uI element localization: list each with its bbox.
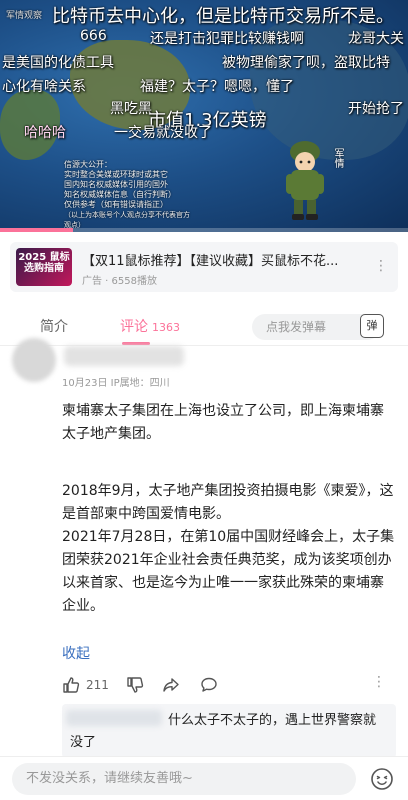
collapse-link[interactable]: 收起 (62, 643, 90, 663)
ad-thumbnail: 2025 鼠标选购指南 (16, 248, 72, 286)
username-blurred[interactable] (64, 346, 184, 366)
source-notice: 信源大公开： 实时整合美媒或环球时或其它 国内知名权威媒体引用的国外 知名权威媒… (64, 160, 190, 229)
danmaku: 被物理偷家了呗，盗取比特 (222, 55, 390, 71)
comment-actions: 211 ⋮ (62, 674, 396, 696)
ad-card[interactable]: 2025 鼠标选购指南 【双11鼠标推荐】【建议收藏】买鼠标不花... 广告 ·… (10, 242, 398, 292)
avatar[interactable] (12, 338, 56, 382)
thumbs-up-icon (63, 677, 80, 693)
share-button[interactable] (162, 674, 180, 696)
comment-count: 1363 (152, 321, 180, 334)
video-progress-bar[interactable] (0, 228, 408, 232)
ad-title: 【双11鼠标推荐】【建议收藏】买鼠标不花... (82, 254, 339, 269)
comment-input[interactable]: 不发没关系，请继续友善哦~ (12, 763, 356, 795)
share-icon (163, 678, 179, 692)
comment-meta: 10月23日 IP属地：四川 (62, 378, 170, 389)
comment-paragraph: 柬埔寨太子集团在上海也设立了公司，即上海柬埔寨太子地产集团。 (62, 403, 384, 442)
danmaku: 比特币去中心化，但是比特币交易所不是。 (52, 6, 394, 27)
danmaku: 龙哥大关 (348, 31, 404, 47)
soldier-mascot-icon (286, 141, 324, 220)
thumbs-down-icon (127, 677, 144, 693)
mascot-label: 军情 (332, 148, 343, 168)
dislike-button[interactable] (126, 674, 144, 696)
danmaku: 心化有啥关系 (2, 79, 86, 95)
danmaku: 666 (80, 28, 107, 44)
danmaku: 还是打击犯罪比较赚钱啊 (150, 31, 304, 47)
danmaku: 一交易就没收了 (114, 125, 212, 141)
comment-paragraph: 2021年7月28日，在第10届中国财经峰会上，太子集团荣获2021年企业社会责… (62, 529, 395, 614)
channel-label: 军情观察 (6, 11, 43, 21)
video-progress-fill (0, 228, 74, 232)
reply-preview[interactable]: 什么太子不太子的，遇上世界警察就没了 (62, 704, 396, 758)
more-options-icon[interactable]: ⋮ (372, 674, 386, 690)
tab-comments[interactable]: 评论 1363 (120, 316, 180, 336)
comment-paragraph: 2018年9月，太子地产集团投资拍摄电影《柬爱》，这是首部柬中跨国爱情电影。 (62, 483, 394, 522)
danmaku: 是美国的化债工具 (2, 55, 114, 71)
reply-text: 什么太子不太子的，遇上世界警察就没了 (70, 713, 377, 750)
comment-content: 柬埔寨太子集团在上海也设立了公司，即上海柬埔寨太子地产集团。 2018年9月，太… (62, 400, 396, 618)
video-player[interactable]: 军情观察 比特币去中心化，但是比特币交易所不是。 666 还是打击犯罪比较赚钱啊… (0, 0, 408, 232)
danmaku-toggle-button[interactable]: 弹 (360, 314, 384, 338)
like-count: 211 (86, 678, 109, 692)
danmaku: 福建？太子？嗯嗯，懂了 (140, 79, 294, 95)
comment-bubble-icon (201, 677, 217, 692)
tab-intro[interactable]: 简介 (40, 316, 68, 336)
danmaku: 黑吃黑 (110, 101, 152, 117)
like-button[interactable]: 211 (62, 674, 109, 696)
comment-bar: 不发没关系，请继续友善哦~ (0, 756, 408, 800)
danmaku: 哈哈哈 (24, 125, 66, 141)
danmaku: 开始抢了 (348, 101, 404, 117)
content-tabs: 简介 评论 1363 点我发弹幕 弹 (0, 306, 408, 346)
emoji-icon[interactable] (370, 767, 394, 791)
tab-comments-label: 评论 (120, 319, 148, 335)
ad-meta: 广告 · 6558播放 (82, 276, 157, 287)
more-options-icon[interactable]: ⋮ (374, 258, 388, 274)
tab-active-indicator (122, 342, 150, 345)
reply-button[interactable] (200, 674, 218, 696)
